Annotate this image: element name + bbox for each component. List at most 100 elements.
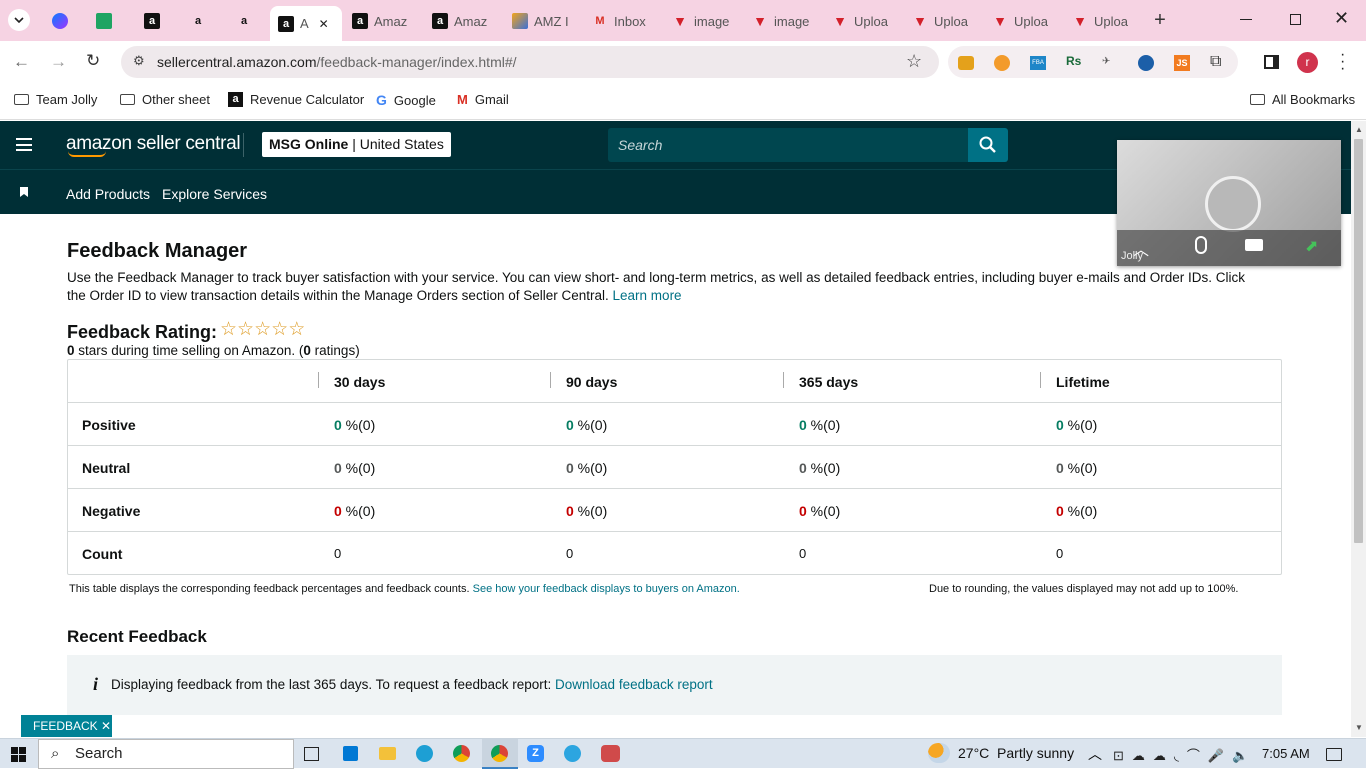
cell-suffix: %(0) — [806, 460, 841, 476]
hamburger-menu-icon[interactable] — [16, 138, 32, 151]
notifications-icon[interactable] — [1326, 748, 1342, 761]
chrome-active-icon[interactable] — [482, 739, 518, 769]
extensions-puzzle-icon[interactable]: ⧉ — [1210, 53, 1221, 71]
close-tab-icon[interactable]: ✕ — [319, 17, 329, 31]
browser-tab[interactable]: AMZ I — [510, 6, 580, 36]
bookmark-gmail[interactable]: M Gmail — [457, 92, 509, 107]
account-switcher[interactable]: MSG Online | United States — [262, 132, 451, 157]
download-feedback-report-link[interactable]: Download feedback report — [555, 677, 713, 692]
popout-icon[interactable]: ⬈ — [1305, 236, 1318, 256]
bookmark-team-jolly[interactable]: Team Jolly — [14, 92, 97, 107]
extension-rs-icon[interactable]: Rs — [1066, 54, 1081, 68]
browser-tab[interactable]: a — [188, 6, 210, 36]
close-window-button[interactable]: ✕ — [1334, 8, 1349, 29]
bookmark-label: Other sheet — [142, 92, 210, 107]
table-header-row: 30 days 90 days 365 days Lifetime — [68, 360, 1281, 403]
search-button[interactable] — [968, 128, 1008, 162]
back-button[interactable]: ← — [13, 52, 30, 72]
address-bar[interactable]: ⚙ sellercentral.amazon.com/feedback-mana… — [121, 46, 939, 78]
browser-tab[interactable]: ▼ Uploa — [990, 6, 1060, 36]
zoom-icon[interactable]: Z — [527, 745, 544, 762]
app-icon[interactable] — [601, 745, 620, 762]
extension-fba-icon[interactable]: FBA — [1030, 56, 1046, 70]
cell-suffix: %(0) — [806, 503, 841, 519]
scrollbar-thumb[interactable] — [1354, 139, 1363, 543]
table-cell: 0 %(0) — [334, 417, 375, 433]
cell-value: 0 — [799, 460, 807, 476]
browser-tab[interactable]: ▼ Uploa — [910, 6, 980, 36]
side-panel-icon[interactable] — [1264, 55, 1279, 69]
mic-muted-icon[interactable] — [1195, 236, 1207, 254]
clock[interactable]: 7:05 AM — [1262, 746, 1310, 761]
new-tab-button[interactable]: + — [1150, 10, 1170, 30]
restore-button[interactable] — [1290, 14, 1301, 25]
browser-menu-icon[interactable]: · · · — [1340, 47, 1345, 77]
table-row: Positive 0 %(0) 0 %(0) 0 %(0) 0 %(0) — [68, 403, 1281, 446]
camera-icon[interactable] — [1245, 239, 1263, 251]
bookmark-google[interactable]: G Google — [376, 92, 436, 108]
amazon-smile-icon: a — [240, 15, 248, 27]
telegram-icon[interactable] — [564, 745, 581, 762]
tab-label: AMZ I — [534, 13, 569, 29]
tab-search-button[interactable] — [8, 9, 30, 31]
video-call-window[interactable]: ︿ Jolly ⬈ — [1117, 140, 1341, 266]
messenger-icon — [52, 13, 68, 29]
feedback-display-link[interactable]: See how your feedback displays to buyers… — [473, 583, 740, 595]
minimize-button[interactable] — [1240, 19, 1252, 20]
browser-tab[interactable]: ▼ image — [750, 6, 820, 36]
extension-firefox-icon[interactable] — [994, 55, 1010, 71]
chrome-icon[interactable] — [453, 745, 470, 762]
extension-js-icon[interactable]: JS — [1174, 55, 1190, 71]
extension-helium-icon[interactable] — [1138, 55, 1154, 71]
extension-keepa-icon[interactable]: ✈ — [1102, 56, 1118, 70]
bookmark-revenue-calculator[interactable]: a Revenue Calculator — [228, 92, 364, 107]
search-input[interactable]: Search — [608, 128, 968, 162]
recent-info-text-wrap: Displaying feedback from the last 365 da… — [111, 677, 713, 692]
browser-tab[interactable]: a Amaz — [350, 6, 420, 36]
profile-avatar[interactable]: r — [1297, 52, 1318, 73]
browser-tab[interactable] — [94, 6, 116, 36]
page-scrollbar[interactable]: ▲ ▼ — [1351, 121, 1366, 737]
browser-tab[interactable]: ▼ image — [670, 6, 740, 36]
windows-start-icon[interactable] — [11, 747, 26, 762]
browser-tab[interactable]: ▼ Uploa — [830, 6, 900, 36]
scroll-down-arrow[interactable]: ▼ — [1355, 723, 1363, 732]
scroll-up-arrow[interactable]: ▲ — [1355, 125, 1363, 134]
table-row: Negative 0 %(0) 0 %(0) 0 %(0) 0 %(0) — [68, 489, 1281, 532]
task-view-icon[interactable] — [304, 747, 319, 761]
nav-explore-services[interactable]: Explore Services — [162, 186, 267, 202]
folder-icon — [1250, 94, 1265, 105]
browser-tab[interactable]: ▼ Uploa — [1070, 6, 1140, 36]
site-info-icon[interactable]: ⚙ — [133, 53, 145, 69]
feedback-tab[interactable]: FEEDBACK ✕ — [21, 715, 112, 737]
edge-icon[interactable] — [416, 745, 433, 762]
star-icon: ☆ — [271, 319, 289, 340]
browser-tab[interactable]: a — [234, 6, 256, 36]
browser-tab[interactable]: a — [142, 6, 164, 36]
bookmark-label: Team Jolly — [36, 92, 98, 107]
all-bookmarks[interactable]: All Bookmarks — [1250, 92, 1355, 107]
browser-tab[interactable]: a A ✕ — [270, 6, 342, 41]
tray-chevron-icon[interactable]: ︿ — [1088, 744, 1102, 764]
bookmark-other-sheet[interactable]: Other sheet — [120, 92, 210, 107]
bookmark-icon[interactable] — [20, 187, 28, 197]
store-icon[interactable] — [343, 746, 358, 761]
amazon-icon: a — [352, 13, 368, 29]
reload-button[interactable]: ↻ — [86, 51, 100, 71]
extension-honey-icon[interactable] — [958, 56, 974, 70]
browser-tab[interactable]: M Inbox — [590, 6, 660, 36]
taskbar-search-box[interactable]: ⌕ Search — [38, 739, 294, 769]
table-cell: 0 %(0) — [799, 460, 840, 476]
bookmark-star-icon[interactable]: ☆ — [906, 51, 922, 72]
tab-label: Inbox — [614, 13, 646, 29]
forward-button[interactable]: → — [50, 52, 67, 72]
file-explorer-icon[interactable] — [379, 747, 396, 760]
browser-tab[interactable] — [50, 6, 72, 36]
cell-value: 0 — [334, 417, 342, 433]
close-icon[interactable]: ✕ — [101, 719, 111, 733]
tray-icons[interactable]: ⊡☁☁◟⌒🎤🔈 — [1113, 745, 1256, 764]
nav-add-products[interactable]: Add Products — [66, 186, 150, 202]
learn-more-link[interactable]: Learn more — [613, 288, 682, 303]
weather-text[interactable]: 27°C Partly sunny — [958, 745, 1074, 761]
browser-tab[interactable]: a Amaz — [430, 6, 500, 36]
